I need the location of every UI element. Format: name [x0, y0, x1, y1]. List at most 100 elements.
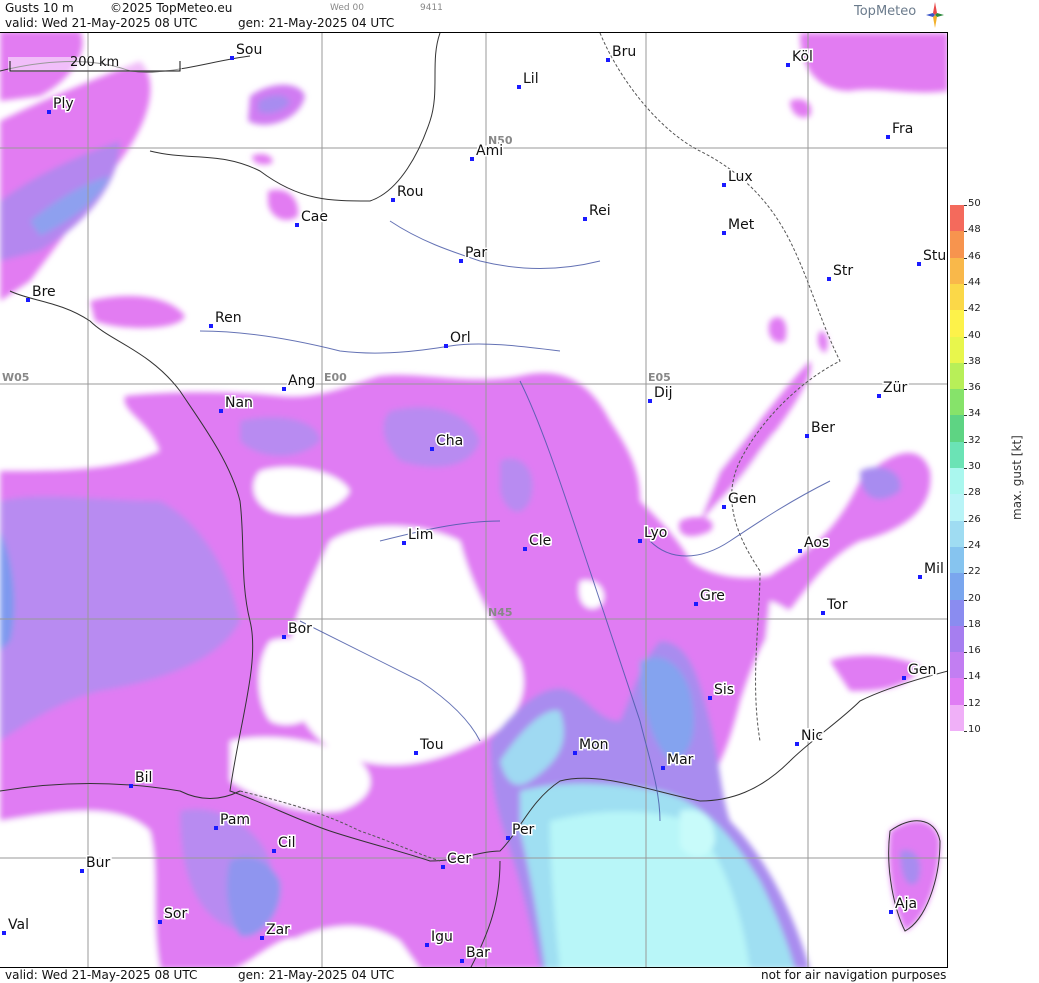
legend-tick-label: 40	[968, 329, 981, 341]
city-label: Mil	[924, 561, 944, 577]
city-dot	[827, 277, 831, 281]
legend-tick-mark	[964, 494, 967, 496]
map-header: Gusts 10 m ©2025 TopMeteo.eu Wed 00 9411…	[0, 0, 948, 32]
city-dot	[917, 262, 921, 266]
compass-rose-icon	[926, 2, 944, 28]
legend-tick-label: 22	[968, 566, 981, 578]
legend-tick-label: 48	[968, 224, 981, 236]
city-dot	[573, 751, 577, 755]
city-dot	[902, 676, 906, 680]
legend-tick-mark	[964, 731, 967, 732]
legend-tick-label: 14	[968, 671, 981, 683]
city-marker: Stu	[917, 247, 947, 266]
city-marker: Cae	[295, 208, 329, 227]
gust-map[interactable]: N50 N45 W05 E00 E05 200 km Sou Bru Köl Lil P…	[0, 32, 948, 968]
scale-bar-label: 200 km	[70, 55, 119, 70]
city-dot	[506, 836, 510, 840]
city-marker: Köl	[786, 48, 814, 67]
city-dot	[459, 259, 463, 263]
legend-swatch	[950, 310, 964, 337]
city-dot	[402, 541, 406, 545]
map-canvas[interactable]: N50 N45 W05 E00 E05 200 km Sou Bru KölLilP…	[0, 33, 948, 968]
city-dot	[821, 611, 825, 615]
legend-tick-mark	[964, 546, 967, 548]
city-label: Bil	[135, 770, 152, 786]
legend-tick-mark	[964, 415, 967, 417]
city-dot	[877, 394, 881, 398]
city-marker: Gen	[902, 661, 938, 680]
city-dot	[722, 231, 726, 235]
city-label: Ami	[476, 143, 503, 159]
city-label: Mar	[667, 752, 694, 768]
city-dot	[470, 157, 474, 161]
city-dot	[230, 56, 234, 60]
city-label: Stu	[923, 248, 946, 264]
city-marker: Mon	[573, 736, 610, 755]
legend-swatch	[950, 362, 964, 390]
city-dot	[26, 298, 30, 302]
city-label: Dij	[654, 385, 673, 401]
city-marker: Ami	[470, 142, 505, 161]
city-dot	[889, 910, 893, 914]
legend-tick-label: 16	[968, 645, 981, 657]
legend-swatch	[950, 546, 964, 574]
city-marker: Ber	[805, 419, 837, 438]
city-dot	[786, 63, 790, 67]
city-label: Rei	[589, 203, 611, 219]
legend-tick-mark	[964, 599, 967, 601]
city-marker: Bre	[26, 283, 57, 302]
city-label: Aos	[804, 535, 829, 551]
city-dot	[523, 547, 527, 551]
legend-tick-label: 30	[968, 461, 981, 472]
city-marker: Pam	[214, 811, 252, 830]
city-marker: Lil	[517, 70, 540, 89]
city-label: Gen	[728, 491, 756, 507]
city-dot	[209, 324, 213, 328]
city-dot	[47, 110, 51, 114]
grid-label-e00: E00	[324, 371, 347, 384]
legend-swatch	[950, 599, 964, 627]
city-marker: Rou	[391, 183, 425, 202]
city-label: Gen	[908, 662, 936, 678]
gust-fields	[0, 33, 947, 967]
grid-label-n45: N45	[488, 606, 513, 619]
city-label: Val	[8, 917, 29, 933]
city-dot	[460, 959, 464, 963]
city-dot	[583, 217, 587, 221]
legend-tick-label: 44	[968, 276, 981, 288]
legend-tick-label: 24	[968, 539, 981, 551]
legend-tick-mark	[964, 704, 967, 706]
city-dot	[282, 387, 286, 391]
legend-tick-mark	[964, 573, 967, 575]
legend-tick-label: 38	[968, 355, 981, 367]
run-label: Wed 00	[330, 3, 364, 13]
city-label: Bur	[86, 855, 110, 871]
city-marker: Tor	[821, 596, 849, 615]
city-dot	[80, 869, 84, 873]
city-dot	[918, 575, 922, 579]
city-marker: Aja	[889, 895, 919, 914]
run-id: 9411	[420, 3, 443, 13]
legend-tick-mark	[964, 652, 967, 654]
city-marker: Orl	[444, 329, 472, 348]
city-label: Zar	[266, 922, 290, 938]
city-dot	[444, 344, 448, 348]
city-dot	[517, 85, 521, 89]
city-marker: Nan	[219, 394, 254, 413]
city-label: Sis	[714, 682, 734, 698]
legend-tick-label: 46	[968, 250, 981, 262]
city-label: Lim	[408, 527, 433, 543]
city-label: Per	[512, 822, 535, 838]
city-dot	[805, 434, 809, 438]
city-label: Nic	[801, 728, 823, 744]
legend-tick-mark	[964, 257, 967, 259]
city-marker: Sou	[230, 41, 264, 60]
city-dot	[722, 505, 726, 509]
city-dot	[648, 399, 652, 403]
gust-legend: 50 48 46 44 42 40 38 36 34 32 30 28 26 24 22 20 18 16 14 12…	[950, 198, 1039, 760]
city-marker: Lux	[722, 168, 754, 187]
legend-swatch	[950, 520, 964, 548]
legend-tick-mark	[964, 362, 967, 364]
legend-tick-mark	[964, 231, 967, 233]
city-label: Bre	[32, 284, 56, 300]
